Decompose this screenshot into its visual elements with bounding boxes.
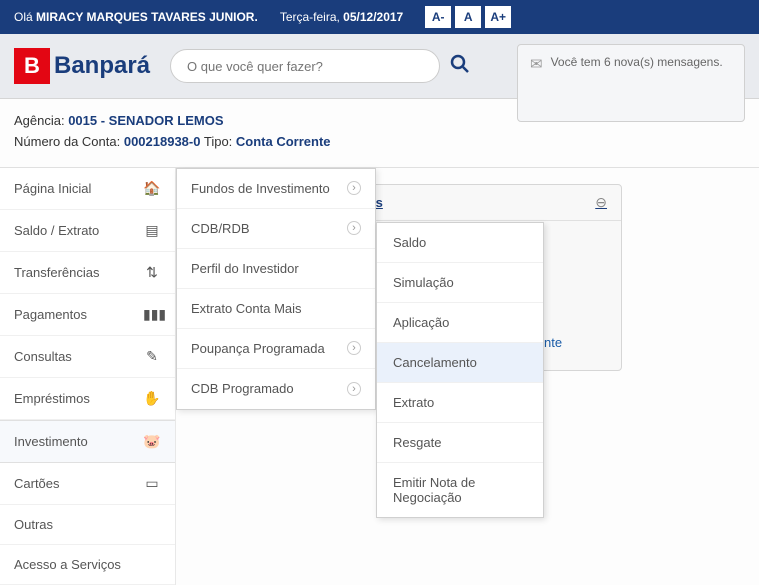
logo: B Banpará	[14, 48, 150, 84]
sidebar-item-label: Investimento	[14, 434, 88, 449]
submenu2-item-cancelamento[interactable]: Cancelamento	[377, 343, 543, 383]
submenu-item-cdb-programado[interactable]: CDB Programado ›	[177, 369, 375, 409]
sidebar-item-balance[interactable]: Saldo / Extrato ▤	[0, 210, 175, 252]
greeting: Olá MIRACY MARQUES TAVARES JUNIOR.	[14, 10, 258, 24]
sidebar-item-label: Cartões	[14, 476, 60, 491]
card-icon: ▭	[143, 475, 161, 492]
font-size-controls: A- A A+	[425, 6, 511, 28]
cdb-rdb-submenu: Saldo Simulação Aplicação Cancelamento E…	[376, 222, 544, 518]
account-number-value: 000218938-0	[124, 134, 201, 149]
submenu-item-cdb-rdb[interactable]: CDB/RDB ›	[177, 209, 375, 249]
sidebar-item-label: Outras	[14, 517, 53, 532]
submenu-label: Extrato Conta Mais	[191, 301, 302, 316]
account-type-label: Tipo:	[200, 134, 235, 149]
logo-text: Banpará	[54, 52, 150, 80]
clipboard-icon: ✎	[143, 348, 161, 365]
sidebar-item-other[interactable]: Outras	[0, 505, 175, 545]
account-number-label: Número da Conta:	[14, 134, 124, 149]
submenu-label: Perfil do Investidor	[191, 261, 299, 276]
font-increase-button[interactable]: A+	[485, 6, 511, 28]
font-normal-button[interactable]: A	[455, 6, 481, 28]
top-bar: Olá MIRACY MARQUES TAVARES JUNIOR. Terça…	[0, 0, 759, 34]
submenu-label: CDB Programado	[191, 381, 294, 396]
submenu-item-poupanca-programada[interactable]: Poupança Programada ›	[177, 329, 375, 369]
submenu-item-investor-profile[interactable]: Perfil do Investidor	[177, 249, 375, 289]
submenu2-item-saldo[interactable]: Saldo	[377, 223, 543, 263]
agency-label: Agência:	[14, 113, 68, 128]
submenu-item-funds[interactable]: Fundos de Investimento ›	[177, 169, 375, 209]
account-type-value: Conta Corrente	[236, 134, 331, 149]
statement-icon: ▤	[143, 222, 161, 239]
submenu-label: CDB/RDB	[191, 221, 250, 236]
search-input[interactable]	[170, 49, 440, 83]
sidebar-item-label: Página Inicial	[14, 181, 91, 196]
sidebar-item-loans[interactable]: Empréstimos ✋	[0, 378, 175, 420]
messages-text: Você tem 6 nova(s) mensagens.	[551, 55, 723, 111]
greeting-prefix: Olá	[14, 10, 36, 24]
date-value: 05/12/2017	[343, 10, 403, 24]
submenu-label: Poupança Programada	[191, 341, 325, 356]
submenu2-item-resgate[interactable]: Resgate	[377, 423, 543, 463]
search-icon[interactable]	[450, 54, 470, 79]
sidebar-item-label: Pagamentos	[14, 307, 87, 322]
submenu-item-extrato-conta-mais[interactable]: Extrato Conta Mais	[177, 289, 375, 329]
collapse-icon[interactable]: ⊖	[595, 194, 607, 211]
search	[170, 49, 470, 83]
chevron-right-icon: ›	[347, 221, 361, 235]
sidebar-item-transfers[interactable]: Transferências ⇅	[0, 252, 175, 294]
envelope-icon: ✉	[530, 55, 543, 111]
hand-icon: ✋	[143, 390, 161, 407]
sidebar-item-label: Saldo / Extrato	[14, 223, 99, 238]
transfer-icon: ⇅	[143, 264, 161, 281]
agency-value: 0015 - SENADOR LEMOS	[68, 113, 223, 128]
sidebar-item-payments[interactable]: Pagamentos ▮▮▮	[0, 294, 175, 336]
chevron-right-icon: ›	[347, 341, 361, 355]
sidebar-item-home[interactable]: Página Inicial 🏠	[0, 168, 175, 210]
chevron-right-icon: ›	[347, 181, 361, 195]
sidebar: Página Inicial 🏠 Saldo / Extrato ▤ Trans…	[0, 168, 176, 585]
chevron-right-icon: ›	[347, 382, 361, 396]
user-name: MIRACY MARQUES TAVARES JUNIOR.	[36, 10, 258, 24]
barcode-icon: ▮▮▮	[143, 306, 161, 323]
sidebar-item-services[interactable]: Acesso a Serviços	[0, 545, 175, 585]
font-decrease-button[interactable]: A-	[425, 6, 451, 28]
logo-mark-icon: B	[14, 48, 50, 84]
submenu2-item-aplicacao[interactable]: Aplicação	[377, 303, 543, 343]
submenu2-item-extrato[interactable]: Extrato	[377, 383, 543, 423]
sidebar-item-cards[interactable]: Cartões ▭	[0, 463, 175, 505]
sidebar-item-label: Consultas	[14, 349, 72, 364]
weekday: Terça-feira,	[280, 10, 343, 24]
content: Página Inicial 🏠 Saldo / Extrato ▤ Trans…	[0, 168, 759, 585]
messages-box[interactable]: ✉ Você tem 6 nova(s) mensagens.	[517, 44, 745, 122]
sidebar-item-label: Empréstimos	[14, 391, 90, 406]
current-date: Terça-feira, 05/12/2017	[280, 10, 403, 24]
home-icon: 🏠	[143, 180, 161, 197]
submenu2-item-emitir-nota[interactable]: Emitir Nota de Negociação	[377, 463, 543, 517]
sidebar-item-label: Transferências	[14, 265, 100, 280]
submenu-label: Fundos de Investimento	[191, 181, 330, 196]
header: B Banpará ✉ Você tem 6 nova(s) mensagens…	[0, 34, 759, 99]
piggybank-icon: 🐷	[143, 433, 161, 450]
sidebar-item-queries[interactable]: Consultas ✎	[0, 336, 175, 378]
sidebar-item-investment[interactable]: Investimento 🐷	[0, 420, 175, 463]
submenu2-item-simulacao[interactable]: Simulação	[377, 263, 543, 303]
investment-submenu: Fundos de Investimento › CDB/RDB › Perfi…	[176, 168, 376, 410]
sidebar-item-label: Acesso a Serviços	[14, 557, 121, 572]
